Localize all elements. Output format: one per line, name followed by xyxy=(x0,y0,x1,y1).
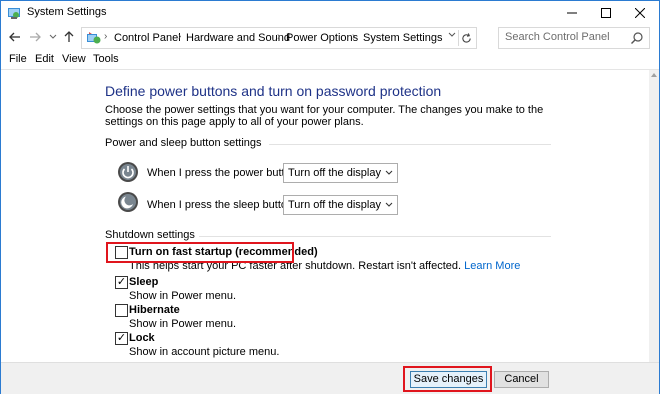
sleep-option-label[interactable]: Sleep xyxy=(129,276,158,288)
chevron-down-icon xyxy=(385,201,393,210)
sleep-button-icon xyxy=(118,192,138,212)
lock-option-description: Show in account picture menu. xyxy=(129,346,280,358)
save-changes-highlight xyxy=(403,366,492,392)
up-icon xyxy=(64,31,74,42)
content-pane: Define power buttons and turn on passwor… xyxy=(1,70,659,362)
breadcrumb-system-settings[interactable]: System Settings xyxy=(363,32,442,44)
recent-locations-dropdown[interactable] xyxy=(45,29,61,45)
app-icon xyxy=(8,8,20,19)
section-divider xyxy=(269,144,551,145)
address-dropdown[interactable] xyxy=(448,31,456,40)
page-title: Define power buttons and turn on passwor… xyxy=(105,83,442,99)
sleep-checkbox[interactable]: ✓ xyxy=(115,276,128,289)
power-button-select-value: Turn off the display xyxy=(288,167,381,179)
minimize-icon xyxy=(567,12,577,14)
breadcrumb-separator: › xyxy=(277,31,281,42)
window-title: System Settings xyxy=(27,6,107,18)
hibernate-option-description: Show in Power menu. xyxy=(129,318,236,330)
section-heading-shutdown: Shutdown settings xyxy=(105,229,195,241)
breadcrumb-power-options[interactable]: Power Options xyxy=(286,32,358,44)
forward-icon xyxy=(30,32,41,42)
power-button-label: When I press the power button: xyxy=(147,167,300,179)
hibernate-checkbox[interactable] xyxy=(115,304,128,317)
power-button-select[interactable]: Turn off the display xyxy=(283,163,398,183)
breadcrumb-separator: › xyxy=(352,31,356,42)
back-button[interactable] xyxy=(7,29,23,45)
minimize-button[interactable] xyxy=(555,1,589,25)
chevron-down-icon xyxy=(448,32,456,37)
sleep-button-select-value: Turn off the display xyxy=(288,199,381,211)
refresh-icon xyxy=(462,32,471,43)
menu-edit[interactable]: Edit xyxy=(35,53,54,65)
search-input[interactable] xyxy=(505,31,625,43)
menu-tools[interactable]: Tools xyxy=(93,53,119,65)
up-button[interactable] xyxy=(61,29,77,45)
title-bar: System Settings xyxy=(1,1,659,25)
lock-option-label[interactable]: Lock xyxy=(129,332,155,344)
breadcrumb-separator: › xyxy=(104,31,108,42)
vertical-scrollbar[interactable] xyxy=(649,70,659,362)
search-box[interactable] xyxy=(498,27,650,49)
maximize-button[interactable] xyxy=(589,1,623,25)
breadcrumb-control-panel[interactable]: Control Panel xyxy=(114,32,181,44)
sleep-button-label: When I press the sleep button: xyxy=(147,199,297,211)
control-panel-icon xyxy=(87,32,101,44)
fast-startup-highlight xyxy=(106,242,294,263)
forward-button[interactable] xyxy=(27,29,43,45)
breadcrumb-hardware-and-sound[interactable]: Hardware and Sound xyxy=(186,32,290,44)
menu-bar: File Edit View Tools xyxy=(1,51,659,69)
lock-checkbox[interactable]: ✓ xyxy=(115,332,128,345)
maximize-icon xyxy=(601,8,611,18)
breadcrumb-separator: › xyxy=(178,31,182,42)
window: System Settings › Control Panel › Hardwa… xyxy=(0,0,660,394)
back-icon xyxy=(9,32,20,42)
search-icon xyxy=(631,32,643,44)
refresh-button[interactable] xyxy=(458,30,474,46)
section-divider xyxy=(199,236,551,237)
close-button[interactable] xyxy=(623,1,657,25)
sleep-button-select[interactable]: Turn off the display xyxy=(283,195,398,215)
menu-view[interactable]: View xyxy=(62,53,86,65)
footer-bar: Save changes Cancel xyxy=(1,362,659,394)
close-icon xyxy=(635,8,645,18)
page-description: Choose the power settings that you want … xyxy=(105,104,544,128)
hibernate-option-label[interactable]: Hibernate xyxy=(129,304,180,316)
address-row: › Control Panel › Hardware and Sound › P… xyxy=(1,25,659,51)
sleep-option-description: Show in Power menu. xyxy=(129,290,236,302)
learn-more-link[interactable]: Learn More xyxy=(464,260,520,272)
section-heading-power: Power and sleep button settings xyxy=(105,137,262,149)
cancel-button[interactable]: Cancel xyxy=(494,371,549,388)
menu-file[interactable]: File xyxy=(9,53,27,65)
scroll-up-icon[interactable] xyxy=(651,72,657,78)
chevron-down-icon xyxy=(385,169,393,178)
chevron-down-icon xyxy=(49,34,57,39)
address-bar[interactable]: › Control Panel › Hardware and Sound › P… xyxy=(81,27,477,49)
power-button-icon xyxy=(118,162,138,182)
